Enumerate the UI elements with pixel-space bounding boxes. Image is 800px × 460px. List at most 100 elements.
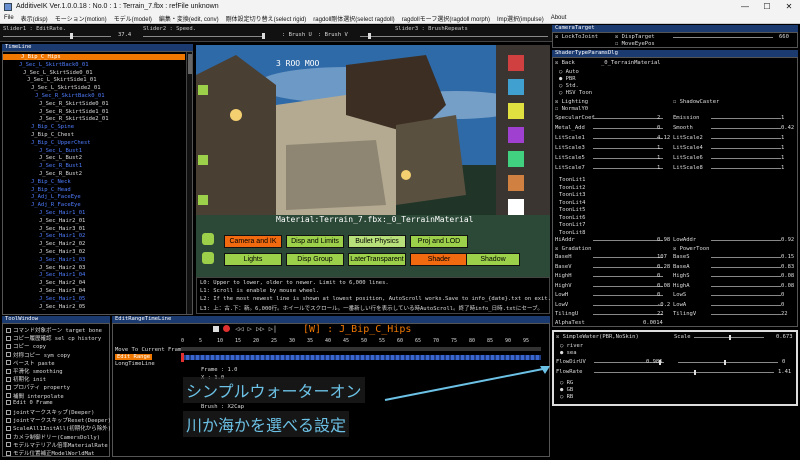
gradation-param-left-slider[interactable]	[593, 266, 663, 268]
timeline-scroll-thumb[interactable]	[188, 54, 192, 74]
menu-motion[interactable]: モーション(motion)	[55, 14, 107, 23]
toon-lit-item[interactable]: ToonLit2	[559, 185, 586, 191]
shader-type-radio[interactable]: ○ Std.	[559, 83, 579, 89]
tool-item[interactable]: 初期化 init	[6, 375, 46, 383]
timeline-joint-item[interactable]: J_Sec_L_SkirtSide1_01	[27, 77, 97, 83]
tool-item-checkbox[interactable]	[6, 384, 11, 390]
slider1-track[interactable]	[3, 36, 111, 37]
tool-item-checkbox[interactable]	[6, 352, 11, 358]
tool-item[interactable]: プロパティ property	[6, 383, 70, 391]
3d-viewport[interactable]: 3 ROO MOO Material:Terrain_7.fbx:_0_Terr…	[196, 45, 550, 277]
gradation-param-right-slider[interactable]	[711, 285, 781, 287]
slider3-knob[interactable]	[368, 33, 371, 39]
tool-item-checkbox[interactable]	[6, 393, 11, 399]
viewport-button[interactable]: LaterTransparent	[348, 253, 406, 266]
viewport-button[interactable]: Camera and IK	[224, 235, 282, 248]
timeline-joint-item[interactable]: J_Sec_Hair1_03	[39, 257, 85, 263]
shader-type-radio[interactable]: ○ Auto	[559, 69, 579, 75]
timeline-joint-item[interactable]: J_Sec_Hair1_04	[39, 272, 85, 278]
timeline-joint-item[interactable]: J_Sec_Hair1_01	[39, 210, 85, 216]
timeline-joint-item[interactable]: J_Sec_Hair1_02	[39, 233, 85, 239]
timeline-joint-item[interactable]: J_Sec_Hair2_02	[39, 241, 85, 247]
tool-item-checkbox[interactable]	[6, 417, 11, 423]
toon-lit-item[interactable]: ToonLit8	[559, 230, 586, 236]
shader-param-right-slider[interactable]	[711, 118, 781, 119]
gradation-param-left-slider[interactable]	[593, 285, 663, 287]
tool-item[interactable]: モデル位置補正ModelWorldMat	[6, 449, 95, 457]
viewport-button[interactable]: Shader	[410, 253, 468, 266]
record-button[interactable]	[223, 325, 230, 332]
tool-item-checkbox[interactable]	[6, 450, 11, 456]
play-controls[interactable]: ◁◁ ▷ ▷▷ ▷|	[235, 325, 277, 333]
river-radio[interactable]: ○ river	[560, 343, 583, 349]
timeline-joint-item[interactable]: J_Sec_R_SkirtSide2_01	[39, 116, 109, 122]
hi-addr-right-slider[interactable]	[711, 240, 781, 241]
timeline-joint-item[interactable]: J_Sec_L_Bust1	[39, 148, 82, 154]
gradation-param-left-slider[interactable]	[593, 314, 663, 315]
shader-type-radio[interactable]: ● PBR	[559, 76, 576, 82]
tool-item-checkbox[interactable]	[6, 327, 11, 333]
gradation-param-left-slider[interactable]	[593, 276, 663, 277]
viewport-button[interactable]: Disp and Limits	[286, 235, 344, 248]
gradation-param-left-slider[interactable]	[593, 304, 663, 306]
shader-type-radio[interactable]: ○ HSV Toon	[559, 90, 592, 96]
tool-item[interactable]: モデルマテリアル倍率MaterialRate	[6, 441, 108, 449]
minimize-button[interactable]: —	[734, 0, 756, 13]
gradation-param-right-slider[interactable]	[711, 304, 781, 306]
timeline-joint-item[interactable]: J_Sec_Hair3_02	[39, 249, 85, 255]
current-frame-marker[interactable]	[181, 353, 184, 362]
shader-param-right-slider[interactable]	[711, 128, 781, 129]
slider1-knob[interactable]	[70, 33, 73, 39]
frog-icon-2[interactable]	[202, 252, 214, 264]
tool-item[interactable]: コピー履歴確認 sel cp history	[6, 334, 101, 342]
scale-knob[interactable]	[729, 335, 731, 340]
tool-item[interactable]: ペースト paste	[6, 359, 55, 367]
slider2-track[interactable]	[143, 36, 263, 37]
hi-addr-left-slider[interactable]	[593, 240, 663, 241]
tool-item-checkbox[interactable]	[6, 360, 11, 366]
close-button[interactable]: ✕	[778, 0, 800, 13]
shader-param-left-slider[interactable]	[593, 138, 663, 139]
timeline-joint-item[interactable]: J_Sec_Hair2_05	[39, 304, 85, 310]
gradation-param-right-slider[interactable]	[711, 266, 781, 268]
tool-item-checkbox[interactable]	[6, 434, 11, 440]
timeline-joint-item[interactable]: J_Sec_Hair3_01	[39, 226, 85, 232]
timeline-joint-item[interactable]: J_Bip_C_Head	[31, 187, 71, 193]
timeline-joint-item[interactable]: J_Sec_R_Bust1	[39, 163, 82, 169]
menu-file[interactable]: File	[4, 15, 14, 21]
gb-radio[interactable]: ● GB	[560, 387, 573, 393]
frog-icon[interactable]	[202, 233, 214, 245]
rg-radio[interactable]: ○ RG	[560, 380, 573, 386]
timeline-joint-item[interactable]: J_Sec_Hair3_04	[39, 288, 85, 294]
timeline-joint-item[interactable]: J_Bip_C_Chest	[31, 132, 74, 138]
menu-about[interactable]: About	[551, 15, 567, 21]
viewport-button[interactable]: Proj and LOD	[410, 235, 468, 248]
flow-rate-knob[interactable]	[694, 370, 696, 375]
shader-param-right-slider[interactable]	[711, 148, 781, 149]
toon-lit-item[interactable]: ToonLit7	[559, 222, 586, 228]
tool-item[interactable]: ScaleAll1InitAll(初期化から除外)	[6, 424, 111, 432]
gradation-param-right-slider[interactable]	[711, 295, 781, 296]
viewport-button[interactable]: Lights	[224, 253, 282, 266]
tool-item[interactable]: 対称コピー sym copy	[6, 351, 70, 359]
tool-item[interactable]: jointマークスキップReset(Deeper)	[6, 416, 111, 424]
timeline-joint-item[interactable]: J_Sec_L_SkirtSide2_01	[31, 85, 101, 91]
timeline-joint-item[interactable]: J_Sec_Hair2_04	[39, 280, 85, 286]
shader-param-right-slider[interactable]	[711, 138, 781, 139]
shader-param-left-slider[interactable]	[593, 158, 663, 159]
timeline-joint-item[interactable]: J_Sec_Hair2_03	[39, 265, 85, 271]
edit-range-button[interactable]: Edit Range	[115, 354, 153, 360]
tool-item-checkbox[interactable]	[6, 343, 11, 349]
lock-to-joint-checkbox[interactable]: ☒ LockToJoint	[555, 34, 598, 40]
move-to-current-frame-button[interactable]: Move To Current Frame	[115, 347, 185, 353]
timeline-joint-item[interactable]: J_Sec_L_Bust2	[39, 155, 82, 161]
timeline-joint-item[interactable]: J_Sec_R_SkirtBack0_01	[35, 93, 105, 99]
slider3-track[interactable]	[360, 36, 548, 37]
timeline-joint-item[interactable]: J_Adj_L_FaceEye	[31, 194, 81, 200]
tool-item-checkbox[interactable]	[6, 368, 11, 374]
gradation-param-right-slider[interactable]	[711, 276, 781, 277]
timeline-joint-item[interactable]: J_Sec_R_SkirtSide0_01	[39, 101, 109, 107]
tool-item[interactable]: 平滑化 smoothing	[6, 367, 63, 375]
shader-param-left-slider[interactable]	[593, 118, 663, 119]
tool-item-checkbox[interactable]	[6, 376, 11, 382]
